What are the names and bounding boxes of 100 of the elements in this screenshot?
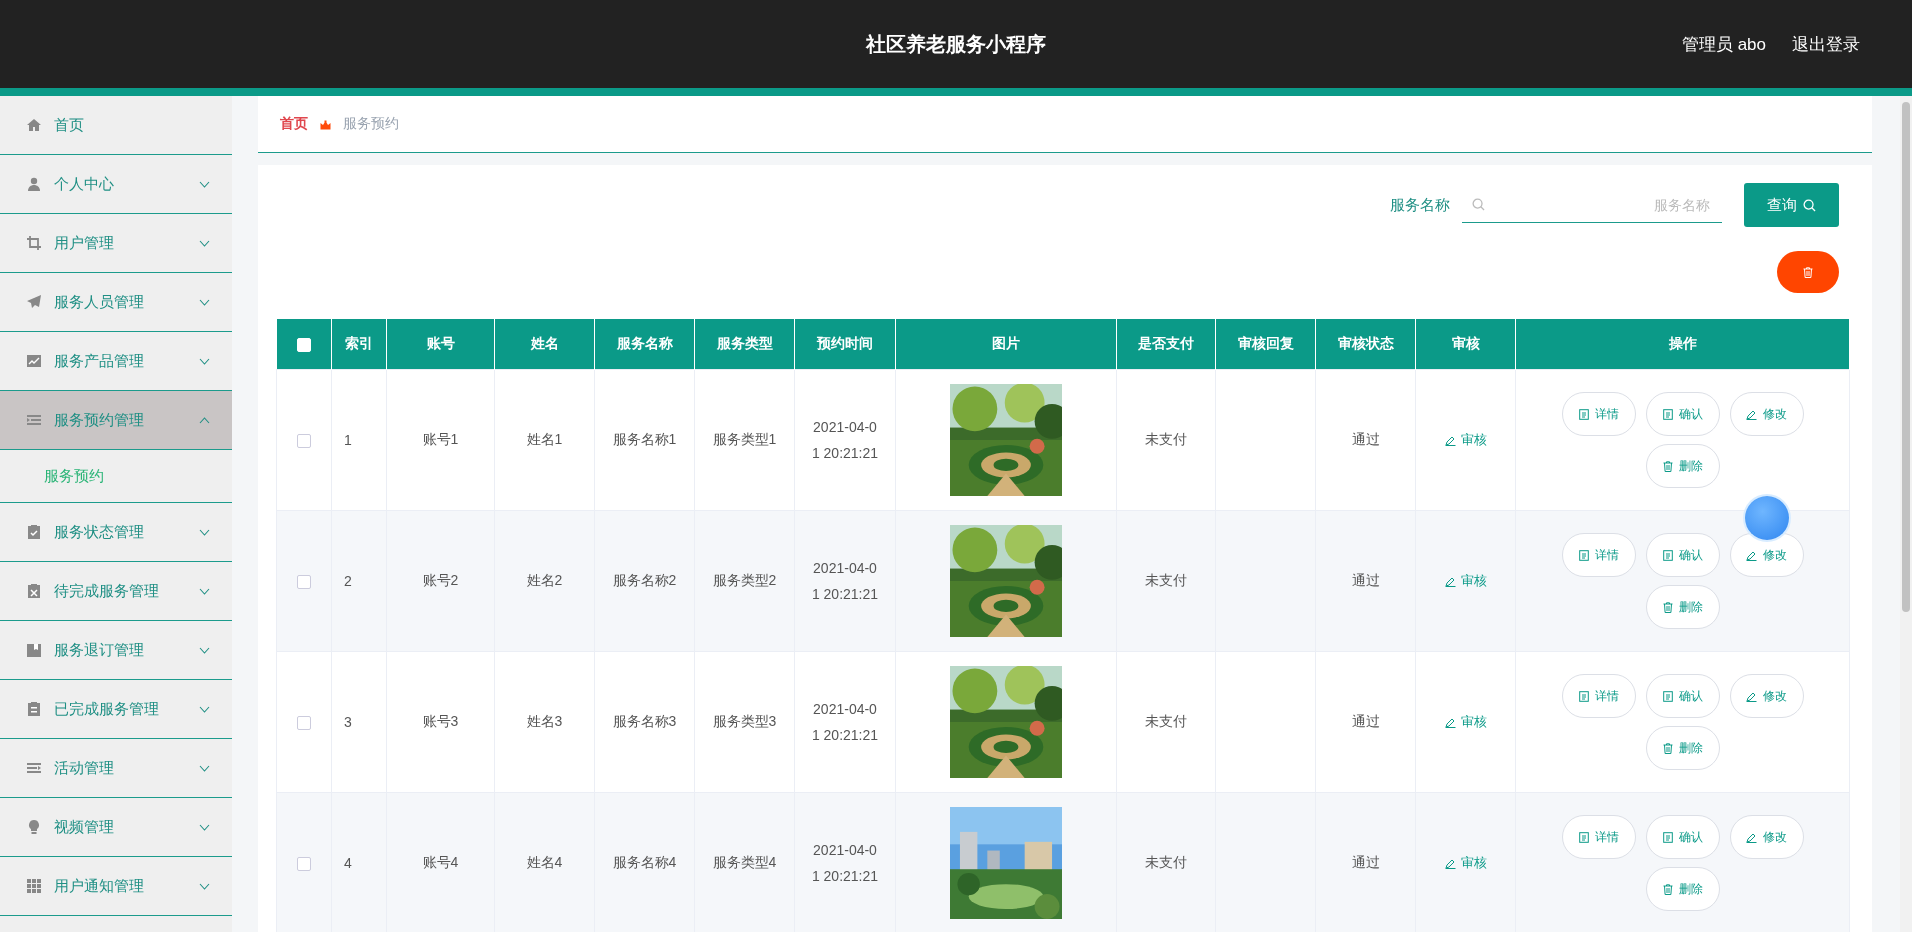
edit-button[interactable]: 修改: [1729, 533, 1804, 577]
column-header: 审核状态: [1315, 319, 1416, 370]
row-checkbox[interactable]: [297, 857, 311, 872]
grid-icon: [26, 878, 42, 894]
sidebar-item[interactable]: 个人中心: [0, 155, 232, 214]
column-header: 姓名: [494, 319, 595, 370]
sidebar-item[interactable]: 服务状态管理: [0, 503, 232, 562]
table-cell: 姓名4: [494, 792, 595, 932]
confirm-button[interactable]: 确认: [1645, 815, 1720, 859]
chevron-up-icon: [199, 416, 210, 424]
table-cell: 服务名称3: [594, 651, 695, 793]
row-checkbox[interactable]: [297, 434, 311, 449]
review-link[interactable]: 审核: [1444, 713, 1487, 731]
chevron-down-icon: [199, 180, 210, 188]
chevron-down-icon: [199, 298, 210, 306]
column-header: 操作: [1515, 319, 1850, 370]
table-cell: 2021-04-01 20:21:21: [794, 369, 896, 511]
floating-button[interactable]: [1745, 496, 1789, 540]
pencil-icon: [1746, 831, 1757, 843]
review-link[interactable]: 审核: [1444, 431, 1487, 449]
trash-icon: [1803, 266, 1813, 278]
list-icon: [26, 412, 42, 428]
confirm-button[interactable]: 确认: [1645, 533, 1720, 577]
edit-button[interactable]: 修改: [1729, 392, 1804, 436]
select-all-checkbox[interactable]: [296, 338, 311, 353]
table-cell: 服务名称4: [594, 792, 695, 932]
details-button[interactable]: 详情: [1561, 392, 1636, 436]
clipboard-x-icon: [26, 583, 42, 599]
table-cell: 2021-04-01 20:21:21: [794, 792, 896, 932]
document-icon: [1662, 690, 1673, 702]
details-button[interactable]: 详情: [1561, 533, 1636, 577]
search-button[interactable]: 查询: [1744, 183, 1839, 227]
column-header: 预约时间: [794, 319, 896, 370]
person-icon: [26, 176, 42, 192]
breadcrumb-item: 服务预约: [343, 115, 399, 133]
row-checkbox[interactable]: [297, 575, 311, 590]
delete-button[interactable]: 删除: [1645, 585, 1720, 629]
sidebar-item[interactable]: 首页: [0, 96, 232, 155]
column-header: 审核: [1415, 319, 1516, 370]
table-cell: 账号3: [386, 651, 495, 793]
scrollbar[interactable]: [1902, 102, 1910, 612]
lightbulb-icon: [26, 819, 42, 835]
crown-icon: [320, 118, 331, 130]
delete-button[interactable]: [1777, 251, 1839, 293]
table-cell: 1: [331, 369, 387, 511]
table-cell: 未支付: [1116, 510, 1216, 652]
trash-icon: [1662, 460, 1673, 472]
table-cell: 姓名2: [494, 510, 595, 652]
review-link[interactable]: 审核: [1444, 572, 1487, 590]
sidebar-item[interactable]: 用户通知管理: [0, 857, 232, 916]
delete-button[interactable]: 删除: [1645, 726, 1720, 770]
delete-button[interactable]: 删除: [1645, 867, 1720, 911]
admin-username: 管理员 abo: [1681, 33, 1766, 56]
document-icon: [1578, 831, 1589, 843]
table-cell: 2021-04-01 20:21:21: [794, 510, 896, 652]
home-icon: [26, 117, 42, 133]
document-icon: [1578, 690, 1589, 702]
pencil-icon: [1746, 690, 1757, 702]
review-link[interactable]: 审核: [1444, 854, 1487, 872]
table-cell: 服务类型4: [694, 792, 795, 932]
confirm-button[interactable]: 确认: [1645, 392, 1720, 436]
table-cell: 3: [331, 651, 387, 793]
table-cell: 账号4: [386, 792, 495, 932]
trash-icon: [1662, 883, 1673, 895]
chevron-down-icon: [199, 528, 210, 536]
submenu-item[interactable]: 服务预约: [44, 466, 104, 486]
chevron-down-icon: [199, 239, 210, 247]
chevron-down-icon: [199, 587, 210, 595]
clipboard-check-icon: [26, 524, 42, 540]
sidebar-item[interactable]: 已完成服务管理: [0, 680, 232, 739]
table-cell: 姓名3: [494, 651, 595, 793]
logout-link[interactable]: 退出登录: [1792, 32, 1860, 56]
sidebar-item[interactable]: 服务退订管理: [0, 621, 232, 680]
edit-button[interactable]: 修改: [1729, 674, 1804, 718]
table-cell: 通过: [1315, 792, 1416, 932]
sidebar-item[interactable]: 活动管理: [0, 739, 232, 798]
table-cell: 未支付: [1116, 651, 1216, 793]
delete-button[interactable]: 删除: [1645, 444, 1720, 488]
table-cell: 未支付: [1116, 369, 1216, 511]
sidebar-item[interactable]: 服务预约管理: [0, 391, 232, 450]
breadcrumb-item[interactable]: 首页: [280, 115, 308, 133]
pencil-icon: [1746, 408, 1757, 420]
details-button[interactable]: 详情: [1561, 815, 1636, 859]
edit-button[interactable]: 修改: [1729, 815, 1804, 859]
book-icon: [26, 642, 42, 658]
confirm-button[interactable]: 确认: [1645, 674, 1720, 718]
chart-icon: [26, 353, 42, 369]
details-button[interactable]: 详情: [1561, 674, 1636, 718]
table-cell: 4: [331, 792, 387, 932]
search-icon: [1803, 198, 1816, 212]
document-icon: [1578, 408, 1589, 420]
sidebar-item[interactable]: 用户管理: [0, 214, 232, 273]
sidebar-item[interactable]: 服务人员管理: [0, 273, 232, 332]
sidebar-item[interactable]: 待完成服务管理: [0, 562, 232, 621]
document-icon: [1662, 408, 1673, 420]
sidebar-item[interactable]: 视频管理: [0, 798, 232, 857]
row-checkbox[interactable]: [297, 716, 311, 731]
column-header: 索引: [331, 319, 387, 370]
column-header: 账号: [386, 319, 495, 370]
table-cell: 服务名称2: [594, 510, 695, 652]
